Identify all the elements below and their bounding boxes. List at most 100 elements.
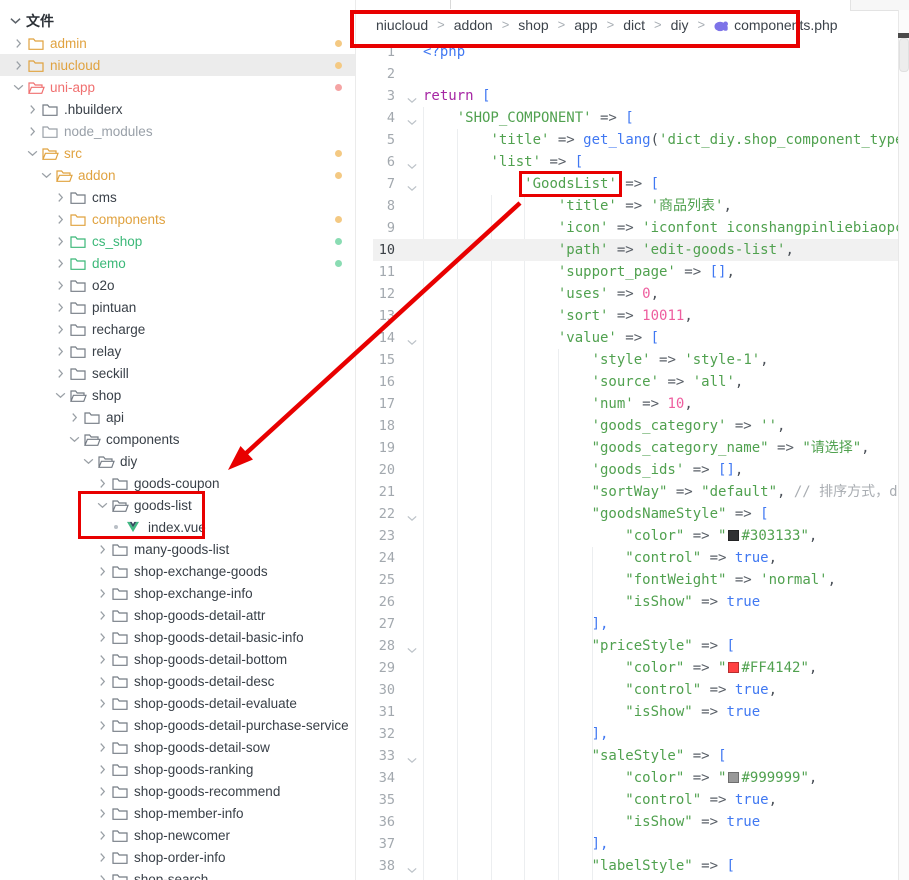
tree-item-shop-goods-detail-bottom[interactable]: shop-goods-detail-bottom (0, 648, 355, 670)
chevron-down-icon[interactable] (67, 432, 81, 446)
code-line-content[interactable]: 'list' => [ (423, 151, 583, 173)
tree-item-src[interactable]: src (0, 142, 355, 164)
breadcrumb-item-components.php[interactable]: components.php (714, 17, 838, 33)
code-line-content[interactable]: 'path' => 'edit-goods-list', (423, 239, 794, 261)
chevron-right-icon[interactable] (95, 542, 109, 556)
tree-item-shop-newcomer[interactable]: shop-newcomer (0, 824, 355, 846)
chevron-right-icon[interactable] (95, 762, 109, 776)
tree-item-cms[interactable]: cms (0, 186, 355, 208)
chevron-right-icon[interactable] (53, 322, 67, 336)
code-line-content[interactable]: 'goods_ids' => [], (423, 459, 743, 481)
tree-item-many-goods-list[interactable]: many-goods-list (0, 538, 355, 560)
chevron-right-icon[interactable] (53, 300, 67, 314)
chevron-down-icon[interactable] (95, 498, 109, 512)
code-line-content[interactable]: "goods_category_name" => "请选择", (423, 437, 870, 459)
chevron-right-icon[interactable] (95, 476, 109, 490)
chevron-right-icon[interactable] (53, 278, 67, 292)
code-line-content[interactable]: 'source' => 'all', (423, 371, 743, 393)
tree-item-uni-app[interactable]: uni-app (0, 76, 355, 98)
chevron-down-icon[interactable] (81, 454, 95, 468)
breadcrumb-item-shop[interactable]: shop (518, 17, 548, 33)
code-line-content[interactable]: <?php (423, 41, 465, 63)
tree-item-demo[interactable]: demo (0, 252, 355, 274)
chevron-right-icon[interactable] (95, 850, 109, 864)
chevron-right-icon[interactable] (53, 344, 67, 358)
chevron-down-icon[interactable] (53, 388, 67, 402)
tree-item-shop-exchange-goods[interactable]: shop-exchange-goods (0, 560, 355, 582)
tree-item-components[interactable]: components (0, 428, 355, 450)
tree-item-shop-order-info[interactable]: shop-order-info (0, 846, 355, 868)
code-line-content[interactable]: ], (423, 833, 608, 855)
tree-item-niucloud[interactable]: niucloud (0, 54, 355, 76)
breadcrumb-item-niucloud[interactable]: niucloud (376, 17, 428, 33)
tree-item-shop-goods-detail-basic-info[interactable]: shop-goods-detail-basic-info (0, 626, 355, 648)
code-line-content[interactable]: "sortWay" => "default", // 排序方式，defaul (423, 481, 898, 503)
tree-item-node_modules[interactable]: node_modules (0, 120, 355, 142)
scrollbar-thumb[interactable] (899, 38, 909, 72)
chevron-down-icon[interactable] (11, 80, 25, 94)
tree-item-addon[interactable]: addon (0, 164, 355, 186)
code-line-content[interactable]: ], (423, 613, 608, 635)
chevron-right-icon[interactable] (95, 608, 109, 622)
code-line-content[interactable]: 'GoodsList' => [ (423, 173, 659, 195)
chevron-down-icon[interactable] (8, 14, 22, 28)
fold-chevron-icon[interactable] (407, 859, 417, 880)
tree-item-shop-goods-detail-evaluate[interactable]: shop-goods-detail-evaluate (0, 692, 355, 714)
breadcrumb-item-dict[interactable]: dict (623, 17, 645, 33)
code-line-content[interactable]: "goodsNameStyle" => [ (423, 503, 769, 525)
code-line-content[interactable]: "isShow" => true (423, 811, 760, 833)
code-line-content[interactable]: "isShow" => true (423, 591, 760, 613)
chevron-right-icon[interactable] (11, 36, 25, 50)
code-line-content[interactable]: "color" => "#999999", (423, 767, 817, 789)
code-line-content[interactable]: "color" => "#FF4142", (423, 657, 817, 679)
code-line-content[interactable]: 'SHOP_COMPONENT' => [ (423, 107, 634, 129)
tree-item-shop-goods-detail-attr[interactable]: shop-goods-detail-attr (0, 604, 355, 626)
tree-item-api[interactable]: api (0, 406, 355, 428)
tree-item-shop-goods-detail-purchase-service[interactable]: shop-goods-detail-purchase-service (0, 714, 355, 736)
code-line-content[interactable]: "priceStyle" => [ (423, 635, 735, 657)
chevron-right-icon[interactable] (53, 234, 67, 248)
chevron-right-icon[interactable] (53, 190, 67, 204)
code-line-content[interactable]: "control" => true, (423, 679, 777, 701)
tree-item-goods-coupon[interactable]: goods-coupon (0, 472, 355, 494)
code-line-content[interactable]: "color" => "#303133", (423, 525, 817, 547)
tree-item-.hbuilderx[interactable]: .hbuilderx (0, 98, 355, 120)
code-line-content[interactable]: 'uses' => 0, (423, 283, 659, 305)
code-editor[interactable]: 1<?php23return [4 'SHOP_COMPONENT' => [5… (355, 41, 898, 880)
chevron-right-icon[interactable] (67, 410, 81, 424)
chevron-right-icon[interactable] (53, 366, 67, 380)
code-line-content[interactable]: 'title' => '商品列表', (423, 195, 732, 217)
chevron-right-icon[interactable] (95, 806, 109, 820)
code-line-content[interactable]: "control" => true, (423, 789, 777, 811)
tree-item-recharge[interactable]: recharge (0, 318, 355, 340)
tree-root-item[interactable]: 文件 (0, 10, 355, 32)
tree-item-admin[interactable]: admin (0, 32, 355, 54)
code-line-content[interactable]: "labelStyle" => [ (423, 855, 735, 877)
chevron-right-icon[interactable] (95, 630, 109, 644)
code-line-content[interactable]: return [ (423, 85, 490, 107)
code-line-content[interactable]: "fontWeight" => 'normal', (423, 569, 836, 591)
chevron-down-icon[interactable] (25, 146, 39, 160)
tree-item-diy[interactable]: diy (0, 450, 355, 472)
chevron-right-icon[interactable] (95, 564, 109, 578)
code-line-content[interactable]: 'value' => [ (423, 327, 659, 349)
code-line-content[interactable]: 'icon' => 'iconfont iconshangpinliebiaop… (423, 217, 898, 239)
tree-item-shop-goods-ranking[interactable]: shop-goods-ranking (0, 758, 355, 780)
chevron-right-icon[interactable] (53, 212, 67, 226)
tree-item-relay[interactable]: relay (0, 340, 355, 362)
code-line-content[interactable]: "isShow" => true (423, 701, 760, 723)
chevron-right-icon[interactable] (53, 256, 67, 270)
breadcrumb-item-app[interactable]: app (574, 17, 597, 33)
tree-item-goods-list[interactable]: goods-list (0, 494, 355, 516)
code-line-content[interactable]: 'num' => 10, (423, 393, 693, 415)
chevron-right-icon[interactable] (25, 102, 39, 116)
chevron-right-icon[interactable] (95, 784, 109, 798)
tree-item-o2o[interactable]: o2o (0, 274, 355, 296)
code-line-content[interactable]: ], (423, 723, 608, 745)
chevron-right-icon[interactable] (95, 740, 109, 754)
breadcrumb-item-addon[interactable]: addon (454, 17, 493, 33)
tree-item-components[interactable]: components (0, 208, 355, 230)
chevron-down-icon[interactable] (39, 168, 53, 182)
code-line-content[interactable]: "control" => true, (423, 547, 777, 569)
scrollbar-track[interactable] (898, 10, 909, 880)
